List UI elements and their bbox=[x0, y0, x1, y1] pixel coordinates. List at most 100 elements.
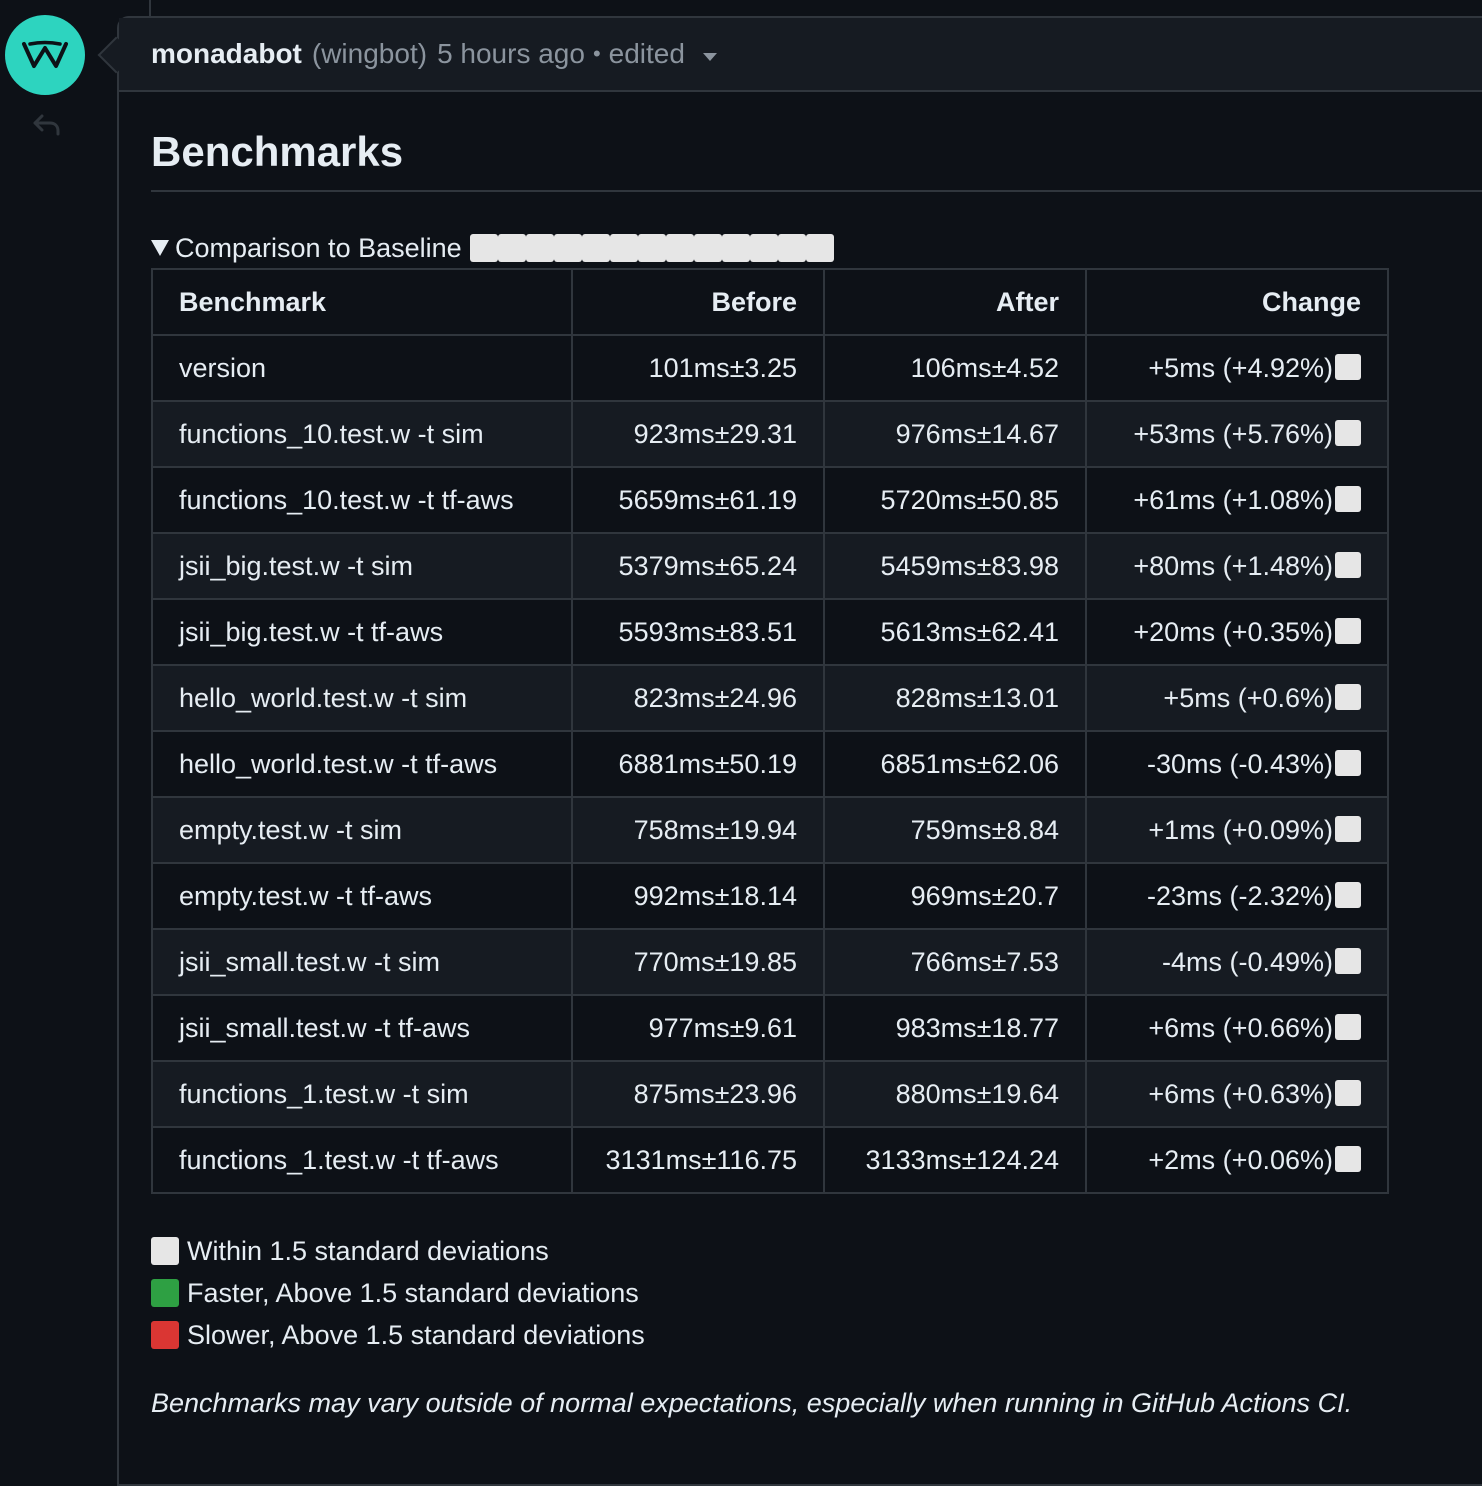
comment-time[interactable]: 5 hours ago bbox=[437, 38, 585, 70]
cell-after: 5720ms±50.85 bbox=[823, 466, 1087, 534]
timeline-line bbox=[149, 0, 151, 16]
white-square-icon bbox=[1335, 1145, 1361, 1172]
cell-after: 766ms±7.53 bbox=[823, 928, 1087, 996]
legend-label: Faster, Above 1.5 standard deviations bbox=[187, 1278, 639, 1308]
change-value: -23ms (-2.32%) bbox=[1146, 880, 1333, 911]
cell-before: 770ms±19.85 bbox=[571, 928, 825, 996]
cell-after: 828ms±13.01 bbox=[823, 664, 1087, 732]
white-square-icon bbox=[151, 1237, 179, 1265]
table-row: hello_world.test.w -t sim 823ms±24.96 828m… bbox=[151, 664, 1389, 732]
white-square-icon bbox=[1335, 1079, 1361, 1106]
reply-arrow-icon[interactable] bbox=[30, 110, 62, 142]
cell-after: 976ms±14.67 bbox=[823, 400, 1087, 468]
table-row: version 101ms±3.25 106ms±4.52 +5ms (+4.92%) bbox=[151, 334, 1389, 402]
red-square-icon bbox=[151, 1321, 179, 1349]
comment-author[interactable]: monadabot bbox=[151, 38, 302, 70]
cell-after: 5459ms±83.98 bbox=[823, 532, 1087, 600]
cell-after: 983ms±18.77 bbox=[823, 994, 1087, 1062]
chevron-down-icon[interactable] bbox=[702, 53, 717, 61]
cell-change: -23ms (-2.32%) bbox=[1085, 862, 1389, 930]
white-square-icon bbox=[1335, 353, 1361, 380]
header-change: Change bbox=[1085, 268, 1389, 336]
table-row: jsii_small.test.w -t tf-aws 977ms±9.61 983… bbox=[151, 994, 1389, 1062]
change-value: +6ms (+0.63%) bbox=[1148, 1078, 1333, 1109]
white-square-icon bbox=[1335, 881, 1361, 908]
cell-benchmark: empty.test.w -t sim bbox=[151, 796, 573, 864]
change-value: +61ms (+1.08%) bbox=[1133, 484, 1333, 515]
header-benchmark: Benchmark bbox=[151, 268, 573, 336]
header-after: After bbox=[823, 268, 1087, 336]
cell-change: +5ms (+4.92%) bbox=[1085, 334, 1389, 402]
triangle-down-icon bbox=[151, 240, 169, 256]
benchmarks-heading: Benchmarks bbox=[151, 120, 1482, 192]
cell-after: 880ms±19.64 bbox=[823, 1060, 1087, 1128]
table-row: functions_1.test.w -t sim 875ms±23.96 880m… bbox=[151, 1060, 1389, 1128]
cell-before: 5379ms±65.24 bbox=[571, 532, 825, 600]
change-value: +5ms (+0.6%) bbox=[1163, 682, 1333, 713]
details-summary[interactable]: Comparison to Baseline bbox=[151, 230, 1482, 266]
white-square-icon bbox=[1335, 551, 1361, 578]
white-square-icon bbox=[1335, 749, 1361, 776]
white-square-icon bbox=[1335, 683, 1361, 710]
timeline-rail bbox=[0, 0, 118, 1466]
cell-benchmark: functions_1.test.w -t sim bbox=[151, 1060, 573, 1128]
author-tag: (wingbot) bbox=[311, 38, 428, 69]
cell-change: +6ms (+0.63%) bbox=[1085, 1060, 1389, 1128]
cell-benchmark: functions_1.test.w -t tf-aws bbox=[151, 1126, 573, 1194]
cell-change: +1ms (+0.09%) bbox=[1085, 796, 1389, 864]
cell-change: +53ms (+5.76%) bbox=[1085, 400, 1389, 468]
cell-change: +20ms (+0.35%) bbox=[1085, 598, 1389, 666]
cell-before: 758ms±19.94 bbox=[571, 796, 825, 864]
cell-benchmark: jsii_big.test.w -t tf-aws bbox=[151, 598, 573, 666]
cell-after: 6851ms±62.06 bbox=[823, 730, 1087, 798]
white-square-icon bbox=[1335, 419, 1361, 446]
comment-header: monadabot (wingbot) 5 hours ago • edited bbox=[119, 18, 1482, 92]
cell-benchmark: jsii_big.test.w -t sim bbox=[151, 532, 573, 600]
legend-item-faster: Faster, Above 1.5 standard deviations bbox=[151, 1272, 1482, 1314]
cell-before: 977ms±9.61 bbox=[571, 994, 825, 1062]
wing-logo-icon bbox=[22, 40, 68, 68]
table-row: functions_1.test.w -t tf-aws 3131ms±116.7… bbox=[151, 1126, 1389, 1194]
white-square-icon bbox=[497, 234, 526, 262]
cell-change: +5ms (+0.6%) bbox=[1085, 664, 1389, 732]
legend-label: Within 1.5 standard deviations bbox=[187, 1236, 549, 1266]
cell-benchmark: jsii_small.test.w -t tf-aws bbox=[151, 994, 573, 1062]
table-row: empty.test.w -t sim 758ms±19.94 759ms±8.84… bbox=[151, 796, 1389, 864]
white-square-icon bbox=[581, 234, 610, 262]
table-row: jsii_big.test.w -t sim 5379ms±65.24 5459ms… bbox=[151, 532, 1389, 600]
cell-change: +6ms (+0.66%) bbox=[1085, 994, 1389, 1062]
change-value: +5ms (+4.92%) bbox=[1148, 352, 1333, 383]
white-square-icon bbox=[805, 234, 834, 262]
cell-after: 969ms±20.7 bbox=[823, 862, 1087, 930]
legend-item-within: Within 1.5 standard deviations bbox=[151, 1230, 1482, 1272]
edited-label[interactable]: edited bbox=[609, 38, 685, 70]
change-value: +6ms (+0.66%) bbox=[1148, 1012, 1333, 1043]
cell-after: 3133ms±124.24 bbox=[823, 1126, 1087, 1194]
change-value: -30ms (-0.43%) bbox=[1146, 748, 1333, 779]
table-row: empty.test.w -t tf-aws 992ms±18.14 969ms±2… bbox=[151, 862, 1389, 930]
details-summary-label: Comparison to Baseline bbox=[175, 232, 462, 263]
legend-label: Slower, Above 1.5 standard deviations bbox=[187, 1320, 645, 1350]
change-value: -4ms (-0.49%) bbox=[1161, 946, 1333, 977]
change-value: +53ms (+5.76%) bbox=[1133, 418, 1333, 449]
cell-benchmark: jsii_small.test.w -t sim bbox=[151, 928, 573, 996]
white-square-icon bbox=[693, 234, 722, 262]
header-before: Before bbox=[571, 268, 825, 336]
cell-before: 823ms±24.96 bbox=[571, 664, 825, 732]
comment-body: Benchmarks Comparison to Baseline Benchm… bbox=[151, 120, 1482, 1419]
cell-before: 875ms±23.96 bbox=[571, 1060, 825, 1128]
table-row: jsii_small.test.w -t sim 770ms±19.85 766ms… bbox=[151, 928, 1389, 996]
baseline-status-squares bbox=[469, 234, 834, 262]
cell-benchmark: version bbox=[151, 334, 573, 402]
white-square-icon bbox=[637, 234, 666, 262]
white-square-icon bbox=[665, 234, 694, 262]
cell-before: 3131ms±116.75 bbox=[571, 1126, 825, 1194]
cell-change: -30ms (-0.43%) bbox=[1085, 730, 1389, 798]
white-square-icon bbox=[777, 234, 806, 262]
white-square-icon bbox=[721, 234, 750, 262]
cell-before: 6881ms±50.19 bbox=[571, 730, 825, 798]
white-square-icon bbox=[1335, 485, 1361, 512]
avatar[interactable] bbox=[5, 15, 85, 95]
white-square-icon bbox=[609, 234, 638, 262]
white-square-icon bbox=[525, 234, 554, 262]
